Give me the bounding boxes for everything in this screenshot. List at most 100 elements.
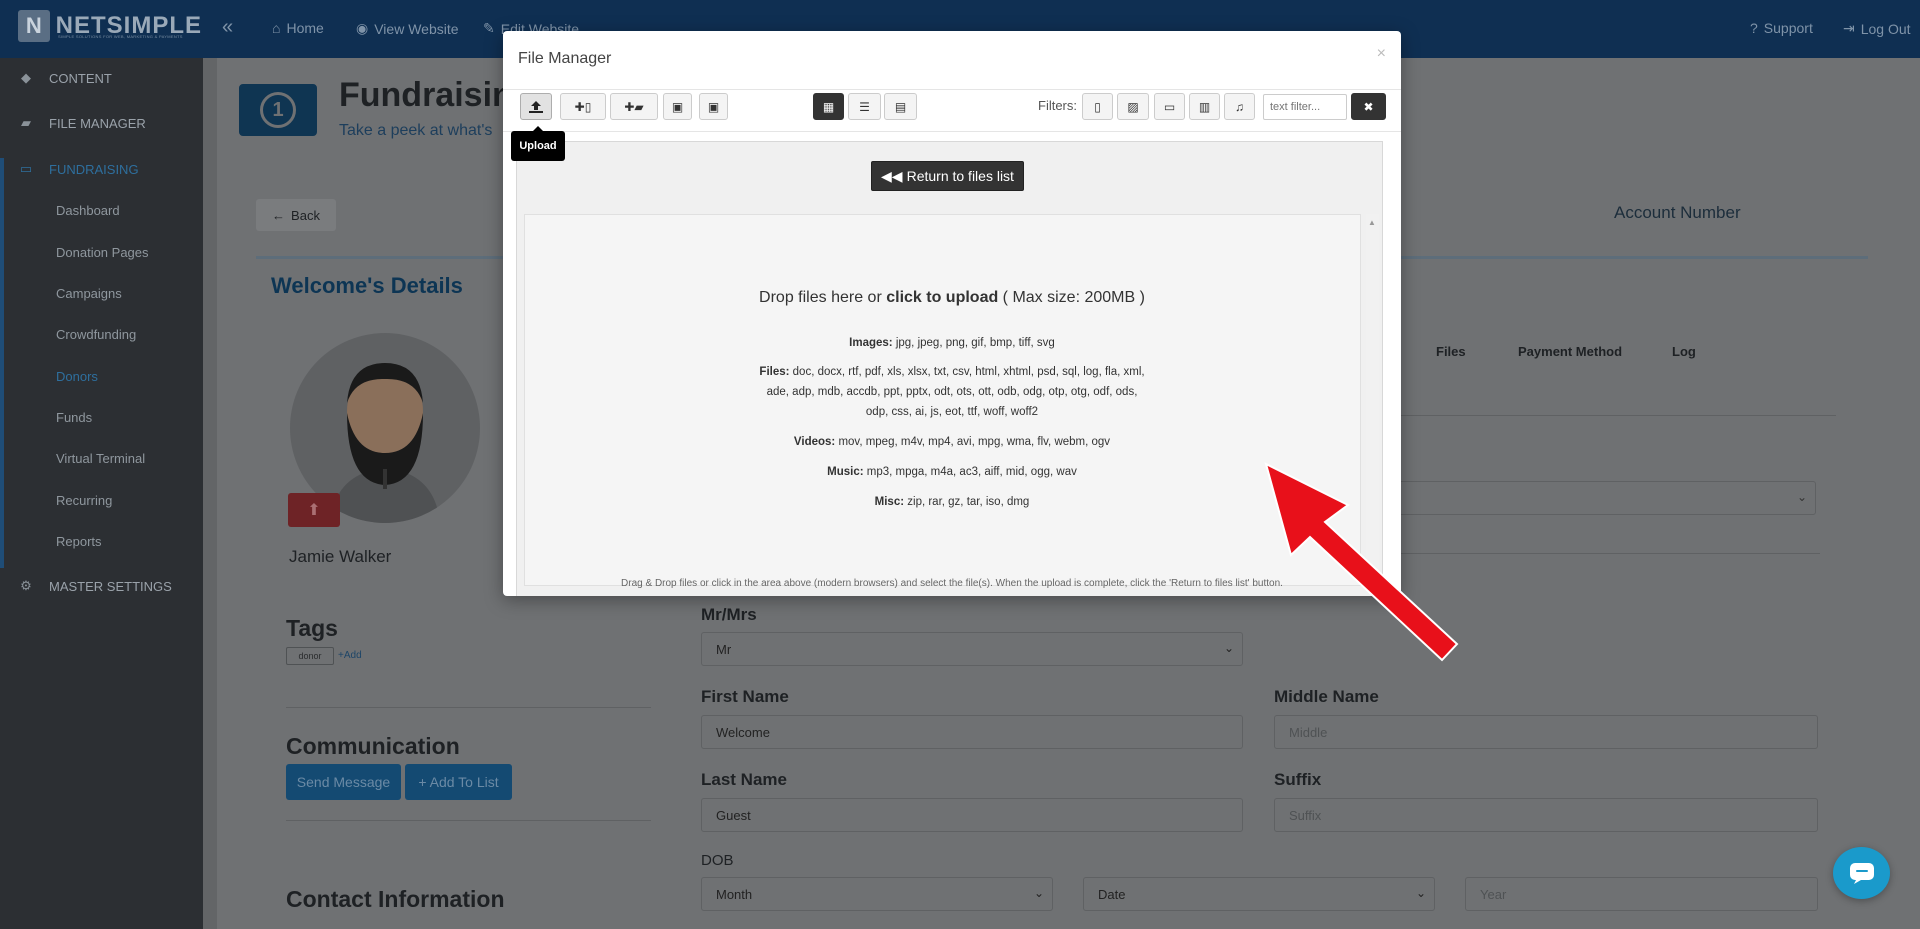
sidebar-sub-recurring[interactable]: Recurring <box>56 493 112 508</box>
new-file-button[interactable]: ✚▯ <box>560 93 606 120</box>
videos-types: Videos: mov, mpeg, m4v, mp4, avi, mpg, w… <box>733 432 1171 452</box>
tab-payment-method[interactable]: Payment Method <box>1518 344 1622 359</box>
middle-name-input[interactable]: Middle <box>1274 715 1818 749</box>
music-types: Music: mp3, mpga, m4a, ac3, aiff, mid, o… <box>733 462 1171 482</box>
sidebar-item-fundraising[interactable]: ▭ FUNDRAISING <box>0 161 203 177</box>
nav-logout[interactable]: ⇥ Log Out <box>1843 20 1911 37</box>
files-types-2: ade, adp, mdb, accdb, ppt, pptx, odt, ot… <box>766 386 1138 398</box>
files-list-1: doc, docx, rtf, pdf, xls, xlsx, txt, csv… <box>789 366 1145 378</box>
paste-button[interactable]: ▣ <box>663 93 692 120</box>
tab-files[interactable]: Files <box>1436 344 1466 359</box>
nav-view-website-label: View Website <box>374 20 459 37</box>
filters-label: Filters: <box>1038 98 1077 113</box>
dob-date-select[interactable]: Date ⌄ <box>1083 877 1435 911</box>
nav-view-website[interactable]: ◉ View Website <box>356 20 459 37</box>
videos-list: mov, mpeg, m4v, mp4, avi, mpg, wma, flv,… <box>835 436 1111 448</box>
arrow-left-icon: ← <box>272 207 286 223</box>
sidebar-sub-funds[interactable]: Funds <box>56 410 92 425</box>
sidebar-item-file-manager[interactable]: ▰ FILE MANAGER <box>0 115 203 131</box>
first-name-label: First Name <box>701 687 789 706</box>
logo[interactable]: N NETSIMPLE SIMPLE SOLUTIONS FOR WEB, MA… <box>18 10 202 42</box>
clear-filter-button[interactable]: ✖ <box>1351 93 1386 120</box>
tags-divider <box>286 707 651 708</box>
filter-videos-button[interactable]: ▥ <box>1189 93 1220 120</box>
gear-icon: ⚙ <box>20 578 32 593</box>
misc-list: zip, rar, gz, tar, iso, dmg <box>904 496 1030 508</box>
send-message-button[interactable]: Send Message <box>286 764 401 800</box>
dob-label: DOB <box>701 852 734 869</box>
close-icon[interactable]: × <box>1377 45 1386 63</box>
sidebar-item-content[interactable]: ◆ CONTENT <box>0 70 203 86</box>
account-number-label: Account Number <box>1614 203 1741 222</box>
logo-mark-icon: N <box>18 10 50 42</box>
tab-log[interactable]: Log <box>1672 344 1696 359</box>
sidebar-sub-crowdfunding[interactable]: Crowdfunding <box>56 327 136 342</box>
sidebar: ◆ CONTENT ▰ FILE MANAGER ▭ FUNDRAISING Dash… <box>0 58 203 929</box>
nav-home[interactable]: ⌂ Home <box>272 20 324 36</box>
files-types: Files: doc, docx, rtf, pdf, xls, xlsx, t… <box>733 362 1171 382</box>
sidebar-sub-donation-pages[interactable]: Donation Pages <box>56 245 149 260</box>
upload-button[interactable] <box>520 93 552 120</box>
filter-archives-button[interactable]: ▭ <box>1154 93 1185 120</box>
nav-support[interactable]: ? Support <box>1750 20 1813 36</box>
return-label: Return to files list <box>906 168 1014 184</box>
last-name-label: Last Name <box>701 770 787 789</box>
question-icon: ? <box>1750 20 1758 36</box>
tabs-divider <box>1390 415 1836 416</box>
donor-name: Jamie Walker <box>289 547 392 566</box>
columns-view-button[interactable]: ▤ <box>884 93 917 120</box>
collapse-sidebar-icon[interactable]: « <box>222 16 233 39</box>
sidebar-sub-reports[interactable]: Reports <box>56 534 102 549</box>
list-view-button[interactable]: ☰ <box>848 93 881 120</box>
clipboard-check-icon: ▣ <box>671 99 684 114</box>
misc-label: Misc: <box>874 496 905 508</box>
mrmrs-select[interactable]: Mr ⌄ <box>701 632 1243 666</box>
clipboard-x-icon: ▣ <box>707 99 720 114</box>
upload-icon: ⬆ <box>307 502 321 519</box>
contact-info-title: Contact Information <box>286 886 505 912</box>
images-list: jpg, jpeg, png, gif, bmp, tiff, svg <box>892 337 1055 349</box>
grid-view-button[interactable]: ▦ <box>813 93 844 120</box>
text-filter-input[interactable] <box>1263 94 1347 120</box>
sidebar-sub-donors[interactable]: Donors <box>56 369 98 384</box>
click-to-upload-link[interactable]: click to upload <box>886 289 998 306</box>
files-label: Files: <box>759 366 790 378</box>
image-icon: ▨ <box>1127 99 1139 114</box>
red-arrow-annotation <box>1264 462 1459 662</box>
return-to-files-button[interactable]: ◀◀ Return to files list <box>871 161 1024 191</box>
last-name-input[interactable]: Guest <box>701 798 1243 832</box>
sidebar-sub-virtual-terminal[interactable]: Virtual Terminal <box>56 451 145 466</box>
new-folder-button[interactable]: ✚▰ <box>610 93 658 120</box>
page-title: Fundraisin <box>339 76 513 114</box>
add-to-list-button[interactable]: + Add To List <box>405 764 512 800</box>
suffix-label: Suffix <box>1274 770 1322 789</box>
music-icon: ♫ <box>1235 99 1244 114</box>
avatar-upload-button[interactable]: ⬆ <box>288 493 340 527</box>
sidebar-item-master-settings[interactable]: ⚙ MASTER SETTINGS <box>0 578 203 594</box>
dob-year-input[interactable]: Year <box>1465 877 1818 911</box>
upload-tooltip: Upload <box>511 126 565 161</box>
sidebar-sub-dashboard[interactable]: Dashboard <box>56 203 120 218</box>
add-tag-link[interactable]: +Add <box>338 650 362 661</box>
backward-icon: ◀◀ <box>881 167 903 184</box>
page-subtitle: Take a peek at what's <box>339 122 493 139</box>
film-icon: ▥ <box>1198 99 1211 114</box>
back-button[interactable]: ← Back <box>256 199 336 231</box>
suffix-input[interactable]: Suffix <box>1274 798 1818 832</box>
filter-images-button[interactable]: ▨ <box>1117 93 1149 120</box>
tag-chip[interactable]: donor <box>286 647 334 665</box>
chat-widget-button[interactable] <box>1833 847 1890 899</box>
page-scrollbar[interactable] <box>203 58 217 929</box>
first-name-input[interactable]: Welcome <box>701 715 1243 749</box>
filter-files-button[interactable]: ▯ <box>1082 93 1113 120</box>
back-label: Back <box>291 207 320 223</box>
dob-month-value: Month <box>716 886 753 902</box>
middle-name-label: Middle Name <box>1274 687 1379 706</box>
clear-clipboard-button[interactable]: ▣ <box>699 93 728 120</box>
diamond-icon: ◆ <box>21 70 31 85</box>
sidebar-sub-campaigns[interactable]: Campaigns <box>56 286 122 301</box>
filter-music-button[interactable]: ♫ <box>1224 93 1255 120</box>
dob-month-select[interactable]: Month ⌄ <box>701 877 1053 911</box>
images-label: Images: <box>849 337 893 349</box>
folder-icon: ▰ <box>21 115 31 130</box>
